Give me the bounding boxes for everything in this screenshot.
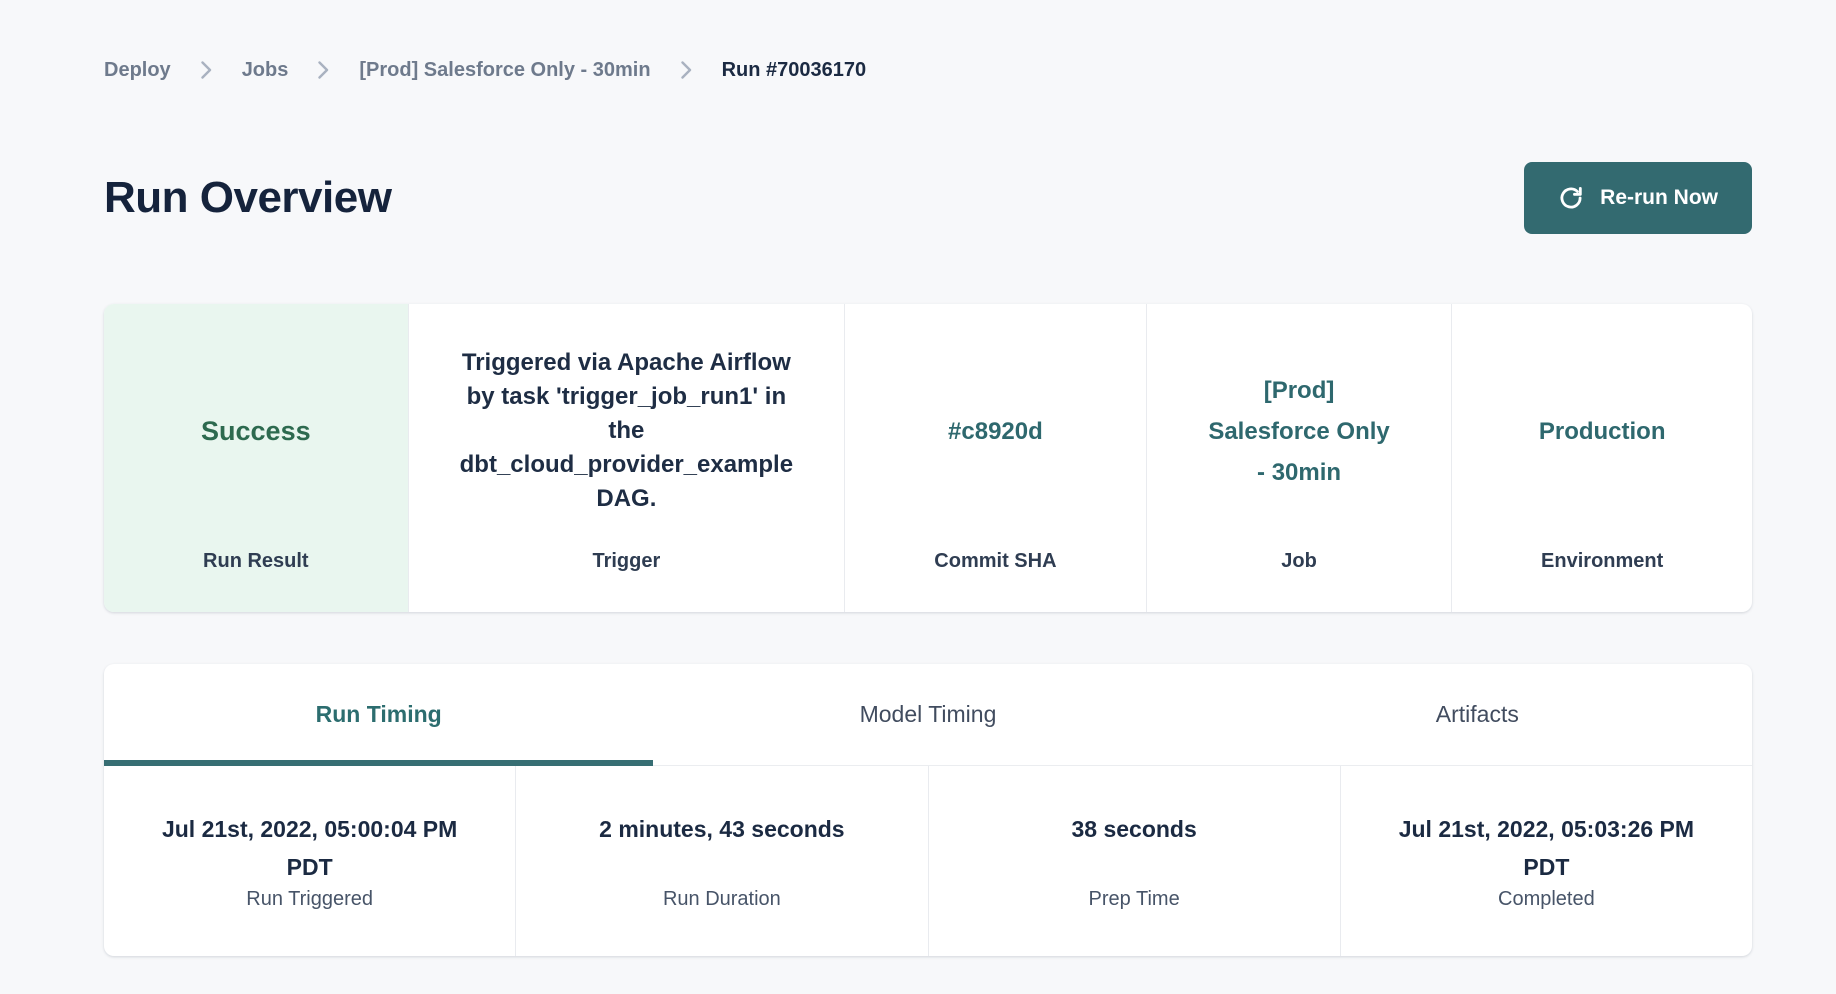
commit-sha-link[interactable]: #c8920d — [948, 411, 1043, 452]
active-tab-underline — [104, 760, 653, 766]
run-timing-panel: Jul 21st, 2022, 05:00:04 PM PDT Run Trig… — [104, 766, 1752, 956]
run-duration-label: Run Duration — [663, 886, 781, 912]
job-label: Job — [1147, 548, 1452, 612]
job-card: [Prod] Salesforce Only - 30min Job — [1146, 304, 1452, 612]
trigger-card: Triggered via Apache Airflow by task 'tr… — [408, 304, 844, 612]
completed-cell: Jul 21st, 2022, 05:03:26 PM PDT Complete… — [1340, 766, 1752, 956]
breadcrumb-job-name[interactable]: [Prod] Salesforce Only - 30min — [359, 58, 650, 82]
tab-artifacts[interactable]: Artifacts — [1203, 664, 1752, 765]
commit-sha-card: #c8920d Commit SHA — [844, 304, 1146, 612]
refresh-icon — [1558, 185, 1584, 211]
run-details-card: Run Timing Model Timing Artifacts Jul 21… — [104, 664, 1752, 956]
tab-run-timing[interactable]: Run Timing — [104, 664, 653, 765]
environment-label: Environment — [1452, 548, 1752, 612]
job-link[interactable]: [Prod] Salesforce Only - 30min — [1207, 370, 1392, 493]
trigger-label: Trigger — [409, 548, 844, 612]
prep-time-value: 38 seconds — [1071, 810, 1196, 886]
prep-time-label: Prep Time — [1089, 886, 1180, 912]
chevron-right-icon — [681, 61, 692, 79]
page-header: Run Overview Re-run Now — [104, 162, 1752, 234]
tab-run-timing-label: Run Timing — [316, 701, 442, 728]
rerun-now-button[interactable]: Re-run Now — [1524, 162, 1752, 234]
run-triggered-label: Run Triggered — [246, 886, 373, 912]
breadcrumb: Deploy Jobs [Prod] Salesforce Only - 30m… — [104, 0, 1752, 82]
run-triggered-cell: Jul 21st, 2022, 05:00:04 PM PDT Run Trig… — [104, 766, 515, 956]
run-triggered-value: Jul 21st, 2022, 05:00:04 PM PDT — [145, 810, 475, 886]
run-duration-cell: 2 minutes, 43 seconds Run Duration — [515, 766, 927, 956]
tab-model-timing[interactable]: Model Timing — [653, 664, 1202, 765]
chevron-right-icon — [318, 61, 329, 79]
environment-card: Production Environment — [1451, 304, 1752, 612]
breadcrumb-jobs[interactable]: Jobs — [242, 58, 289, 82]
run-overview-page: Deploy Jobs [Prod] Salesforce Only - 30m… — [104, 0, 1752, 956]
run-result-status: Success — [201, 416, 311, 447]
commit-sha-label: Commit SHA — [845, 548, 1146, 612]
tab-artifacts-label: Artifacts — [1436, 701, 1519, 728]
tab-model-timing-label: Model Timing — [860, 701, 997, 728]
run-duration-value: 2 minutes, 43 seconds — [599, 810, 844, 886]
run-summary-row: Success Run Result Triggered via Apache … — [104, 304, 1752, 612]
prep-time-cell: 38 seconds Prep Time — [928, 766, 1340, 956]
run-result-label: Run Result — [104, 548, 408, 612]
completed-value: Jul 21st, 2022, 05:03:26 PM PDT — [1381, 810, 1711, 886]
chevron-right-icon — [201, 61, 212, 79]
rerun-now-label: Re-run Now — [1600, 186, 1718, 210]
tab-bar: Run Timing Model Timing Artifacts — [104, 664, 1752, 766]
trigger-description: Triggered via Apache Airflow by task 'tr… — [459, 346, 793, 516]
page-title: Run Overview — [104, 173, 391, 223]
breadcrumb-deploy[interactable]: Deploy — [104, 58, 171, 82]
run-result-card: Success Run Result — [104, 304, 408, 612]
breadcrumb-run-number: Run #70036170 — [722, 58, 867, 82]
environment-link[interactable]: Production — [1539, 411, 1666, 452]
completed-label: Completed — [1498, 886, 1595, 912]
